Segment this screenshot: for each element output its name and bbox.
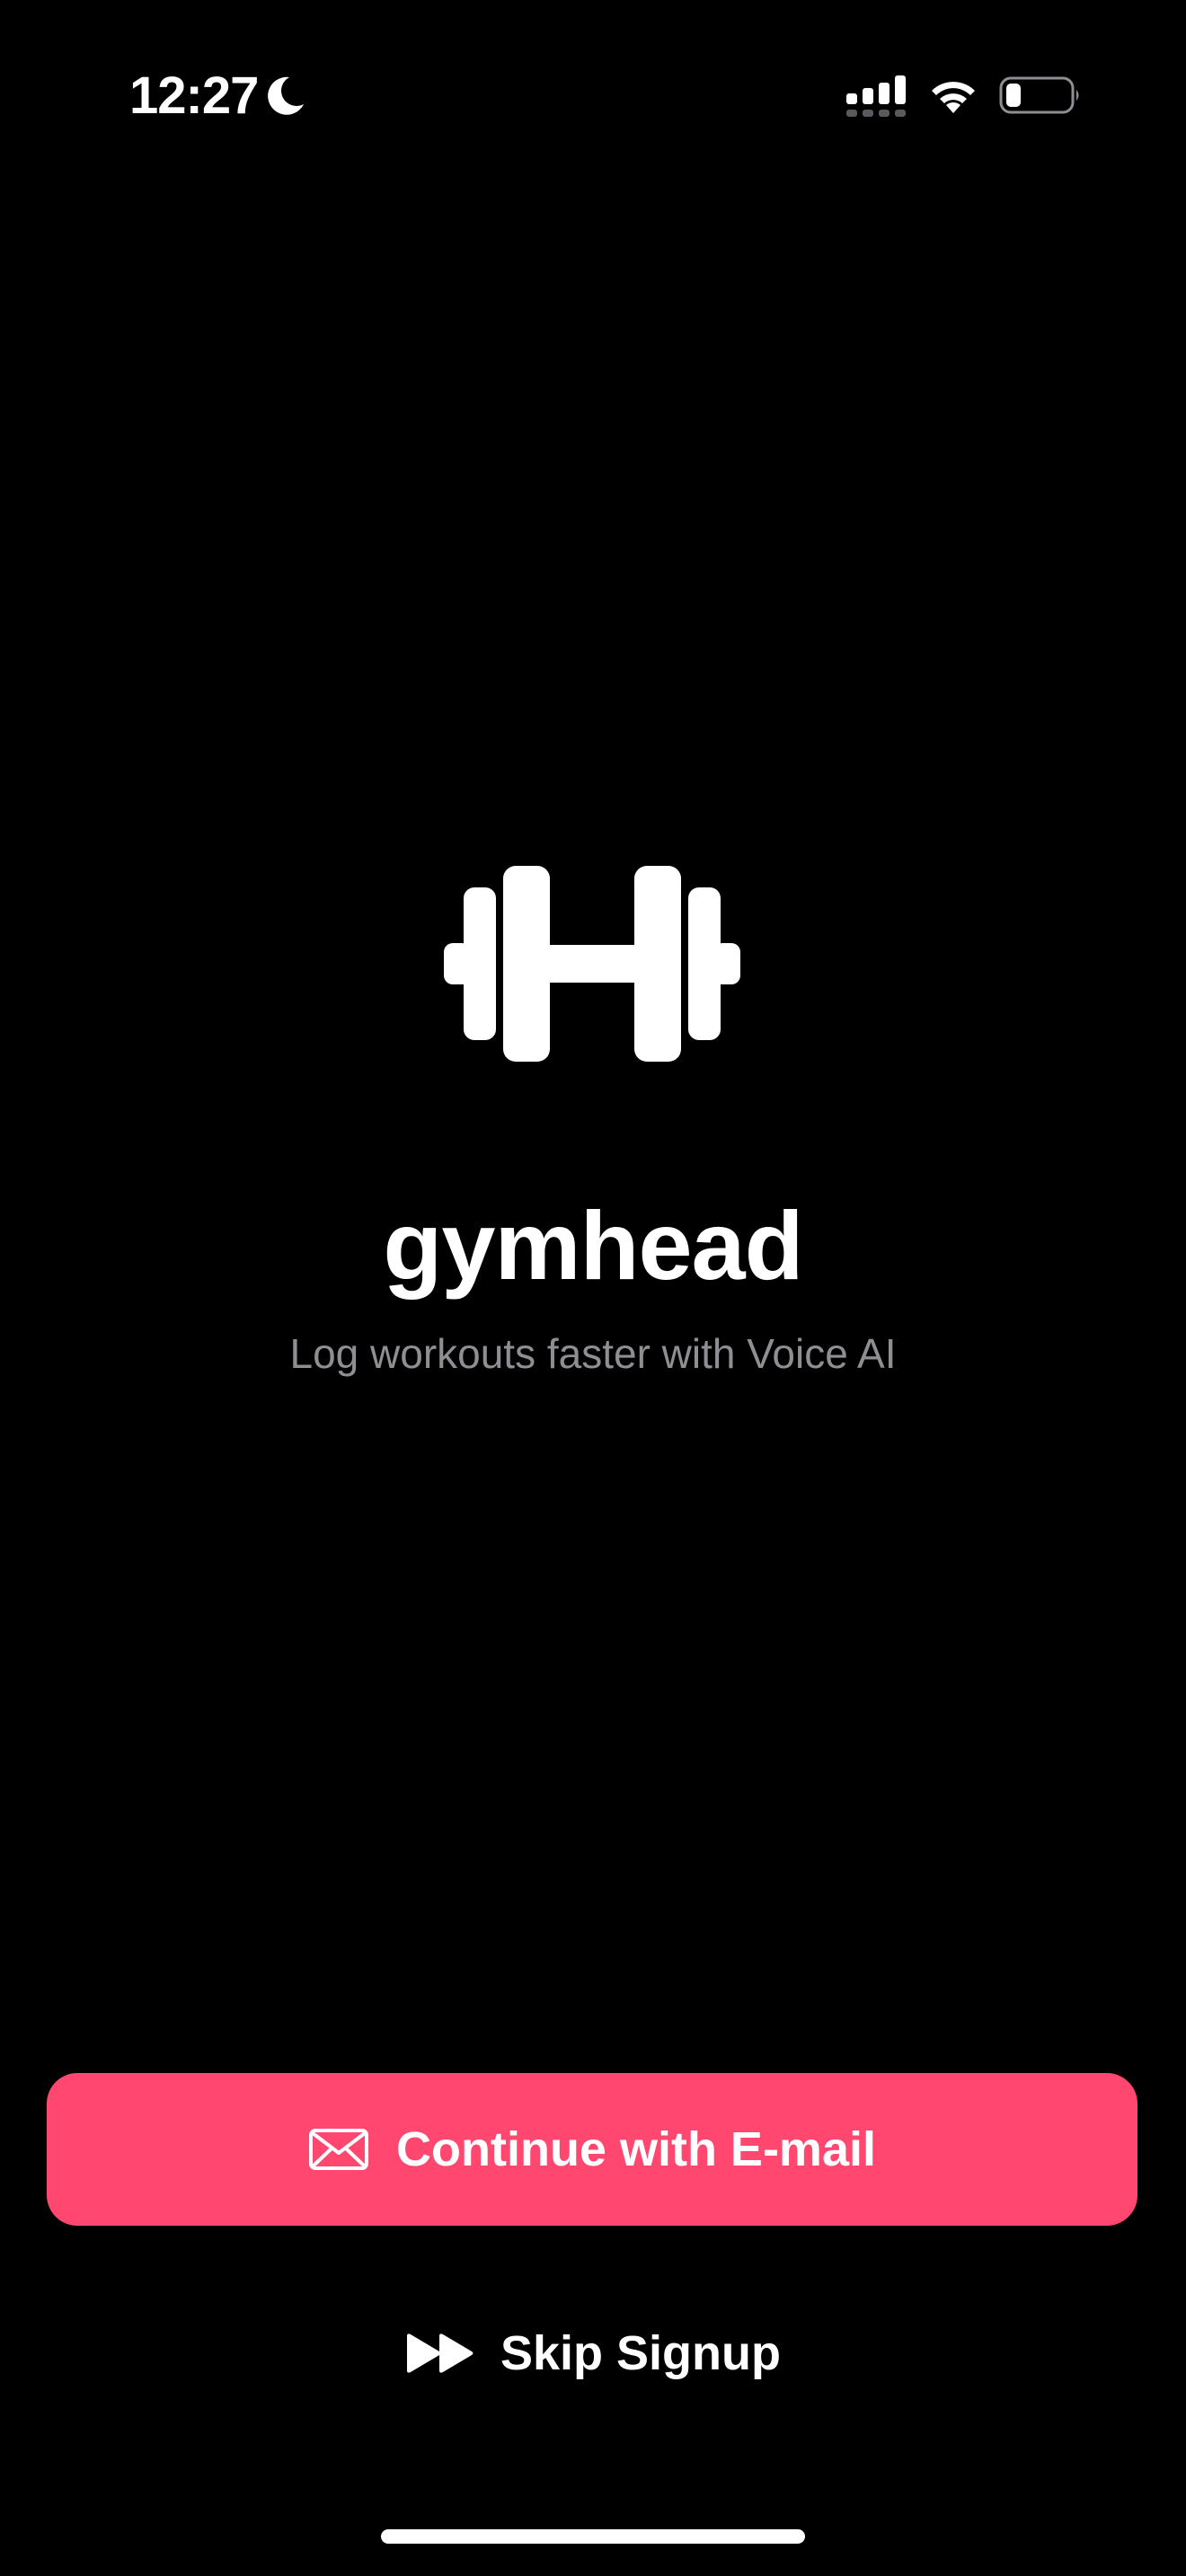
moon-icon <box>268 76 304 115</box>
continue-with-email-button[interactable]: Continue with E-mail <box>47 2073 1137 2226</box>
skip-signup-label: Skip Signup <box>500 2326 781 2380</box>
tagline: Log workouts faster with Voice AI <box>289 1330 897 1377</box>
wifi-icon <box>932 82 975 113</box>
skip-signup-button[interactable]: Skip Signup <box>359 2308 827 2398</box>
mail-icon <box>309 2129 368 2170</box>
home-indicator[interactable] <box>381 2529 805 2544</box>
continue-with-email-label: Continue with E-mail <box>396 2122 876 2176</box>
dumbbell-icon <box>444 866 740 1062</box>
battery-icon <box>999 76 1079 114</box>
fast-forward-icon <box>406 2333 474 2373</box>
cellular-signal-icon <box>846 75 906 117</box>
app-name: gymhead <box>383 1191 803 1300</box>
status-time: 12:27 <box>129 66 259 125</box>
status-bar: 12:27 <box>0 0 1186 189</box>
